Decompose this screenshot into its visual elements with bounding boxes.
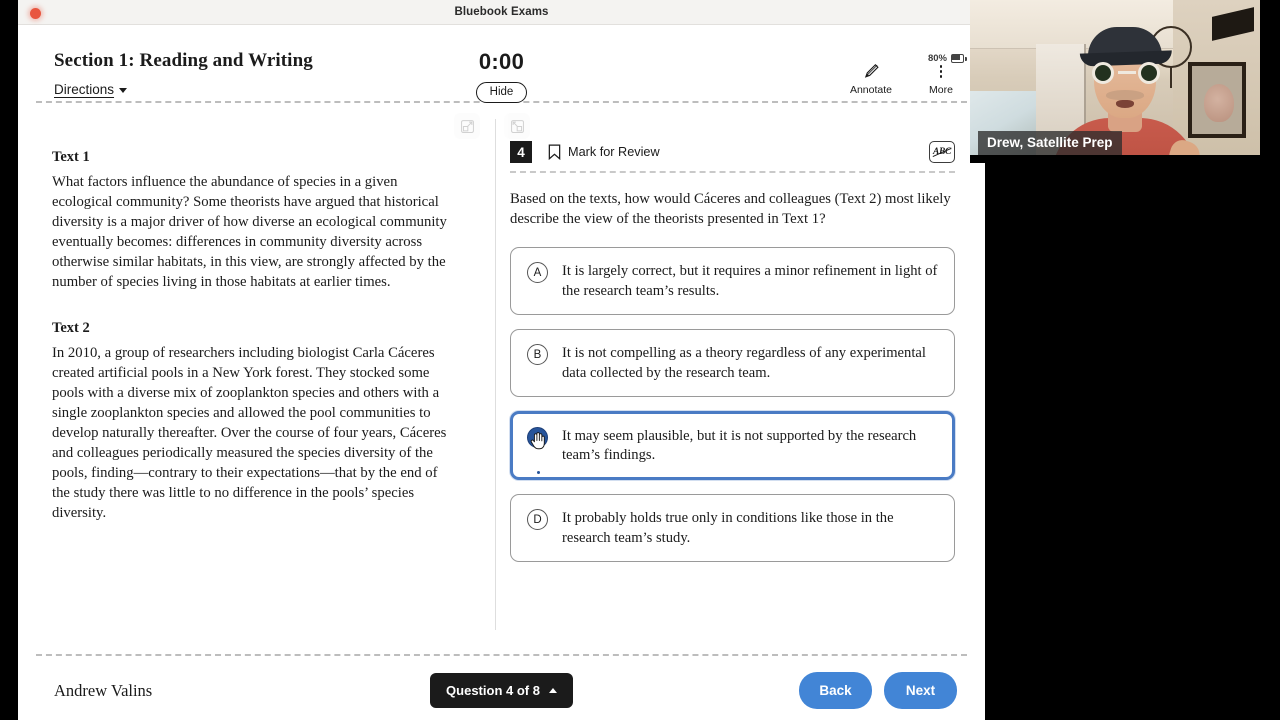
more-label: More bbox=[929, 84, 953, 96]
mark-for-review-label: Mark for Review bbox=[568, 145, 660, 159]
next-button[interactable]: Next bbox=[884, 672, 957, 709]
question-toolbar: 4 Mark for Review ABC bbox=[510, 141, 955, 173]
bookmark-icon bbox=[548, 144, 561, 160]
video-wall-art bbox=[1188, 62, 1246, 138]
exam-footer: Andrew Valins Question 4 of 8 Back Next bbox=[18, 656, 985, 720]
question-pane: 4 Mark for Review ABC Based on the t bbox=[496, 103, 985, 654]
passage-text-1: What factors influence the abundance of … bbox=[52, 174, 447, 290]
mark-for-review-button[interactable]: Mark for Review bbox=[548, 144, 660, 160]
exam-timer: 0:00 bbox=[478, 49, 525, 74]
presenter-name-label: Drew, Satellite Prep bbox=[978, 131, 1122, 155]
chevron-up-icon bbox=[548, 688, 557, 693]
back-button[interactable]: Back bbox=[799, 672, 872, 709]
presenter-mustache bbox=[1106, 90, 1144, 100]
hide-timer-button[interactable]: Hide bbox=[475, 82, 528, 103]
annotate-button[interactable]: Annotate bbox=[847, 63, 895, 96]
more-vertical-icon bbox=[939, 63, 943, 80]
expand-passage-pane-button[interactable] bbox=[454, 113, 480, 139]
choice-text-c: It may seem plausible, but it is not sup… bbox=[562, 427, 917, 464]
battery-icon bbox=[951, 54, 967, 63]
choice-text-b: It is not compelling as a theory regardl… bbox=[562, 345, 926, 381]
window-title-bar: Bluebook Exams bbox=[18, 0, 985, 25]
desktop-background-left bbox=[0, 0, 18, 720]
exam-header: 80% Section 1: Reading and Writing Direc… bbox=[18, 25, 985, 103]
video-letterbox bbox=[970, 155, 1260, 163]
presenter-video-overlay[interactable]: Drew, Satellite Prep bbox=[970, 0, 1260, 163]
annotate-label: Annotate bbox=[849, 84, 893, 96]
question-container: 4 Mark for Review ABC Based on the t bbox=[496, 103, 985, 562]
focus-indicator-dot bbox=[537, 471, 540, 474]
more-button[interactable]: More bbox=[917, 63, 965, 96]
directions-label: Directions bbox=[54, 82, 115, 97]
answer-choice-b[interactable]: B It is not compelling as a theory regar… bbox=[510, 329, 955, 397]
pencil-icon bbox=[864, 63, 879, 78]
header-tools: Annotate More bbox=[847, 63, 965, 96]
expand-right-icon bbox=[460, 119, 474, 133]
directions-dropdown[interactable]: Directions bbox=[54, 82, 128, 97]
choice-bubble-d: D bbox=[527, 509, 548, 530]
window-title: Bluebook Exams bbox=[454, 6, 549, 18]
navigation-buttons: Back Next bbox=[799, 672, 957, 709]
question-nav-label: Question 4 of 8 bbox=[446, 683, 540, 698]
answer-eliminator-button[interactable]: ABC bbox=[929, 141, 955, 163]
section-title: Section 1: Reading and Writing bbox=[54, 50, 313, 71]
answer-choice-d[interactable]: D It probably holds true only in conditi… bbox=[510, 494, 955, 562]
passage-heading-1: Text 1 bbox=[52, 149, 90, 165]
question-number-badge: 4 bbox=[510, 141, 532, 163]
choice-text-d: It probably holds true only in condition… bbox=[562, 510, 894, 546]
answer-choice-c[interactable]: C It may seem plausible, but it is not s… bbox=[510, 411, 955, 480]
chevron-down-icon bbox=[119, 88, 128, 93]
question-navigator-button[interactable]: Question 4 of 8 bbox=[430, 673, 573, 708]
expand-left-icon bbox=[510, 119, 524, 133]
choice-text-a: It is largely correct, but it requires a… bbox=[562, 263, 938, 299]
presenter-sunglasses bbox=[1088, 62, 1164, 84]
passage-heading-2: Text 2 bbox=[52, 320, 90, 337]
choice-bubble-b: B bbox=[527, 344, 548, 365]
passage-body: Text 1 What factors influence the abunda… bbox=[18, 103, 495, 524]
choice-bubble-c: C bbox=[527, 426, 548, 448]
question-stem: Based on the texts, how would Cáceres an… bbox=[510, 191, 951, 227]
exam-content: Text 1 What factors influence the abunda… bbox=[18, 103, 985, 654]
answer-choice-a[interactable]: A It is largely correct, but it requires… bbox=[510, 247, 955, 315]
screen-root: Bluebook Exams 80% Section 1: Reading an… bbox=[0, 0, 1280, 720]
answer-choices: A It is largely correct, but it requires… bbox=[510, 247, 955, 562]
passage-text-2: In 2010, a group of researchers includin… bbox=[52, 345, 447, 521]
expand-question-pane-button[interactable] bbox=[504, 113, 530, 139]
bluebook-exam-window: Bluebook Exams 80% Section 1: Reading an… bbox=[18, 0, 985, 720]
choice-bubble-a: A bbox=[527, 262, 548, 283]
presenter-mouth bbox=[1116, 100, 1134, 108]
recording-dot-icon bbox=[30, 7, 41, 19]
passage-pane: Text 1 What factors influence the abunda… bbox=[18, 103, 495, 654]
